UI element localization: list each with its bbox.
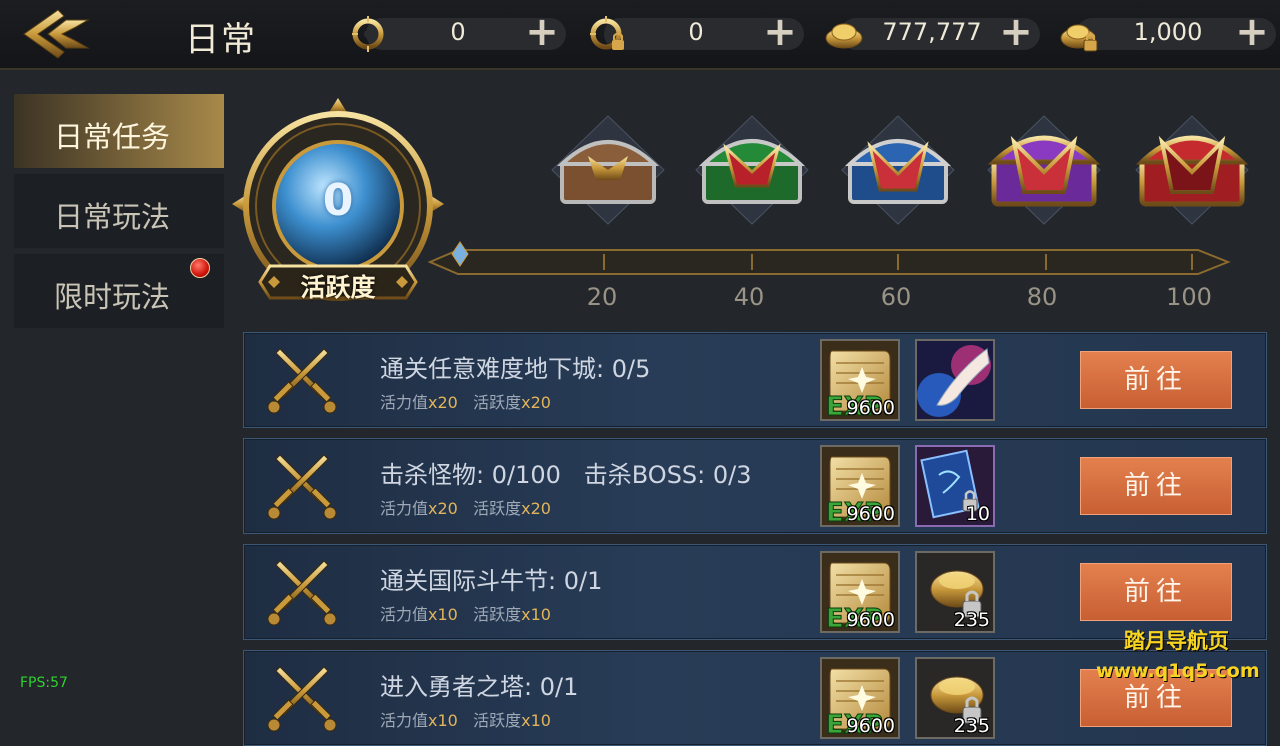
reward-item[interactable]: 9600: [820, 445, 900, 529]
task-title: 通关任意难度地下城: 0/5: [380, 355, 651, 383]
reward-item[interactable]: [915, 339, 995, 421]
currency-value: 777,777: [882, 18, 982, 46]
fps-counter: FPS:57: [20, 675, 68, 691]
green-chest-icon[interactable]: [692, 112, 812, 228]
activity-progress-bar: [428, 241, 1231, 275]
reward-item[interactable]: 235: [915, 551, 995, 633]
activity-value: 0: [322, 175, 354, 226]
milestone-label: 20: [586, 283, 618, 311]
currency-value: 0: [688, 18, 704, 46]
reward-item[interactable]: 9600: [820, 339, 900, 423]
add-locked-coin-button[interactable]: +: [760, 12, 800, 52]
reward-item[interactable]: 9600: [820, 551, 900, 635]
add-gold-ingot-button[interactable]: +: [996, 12, 1036, 52]
task-rewards-text: 活力值x10 活跃度x10: [380, 605, 551, 624]
crossed-swords-icon: [267, 560, 337, 626]
task-row: 通关任意难度地下城: 0/5 活力值x20 活跃度x20 9600 前往: [243, 332, 1267, 428]
sidebar-item-label: 日常任务: [53, 120, 170, 154]
milestone-label: 60: [880, 283, 912, 311]
task-title: 进入勇者之塔: 0/1: [380, 673, 579, 701]
skill-hand-icon: [917, 341, 993, 419]
task-rewards-text: 活力值x10 活跃度x10: [380, 711, 551, 730]
go-button[interactable]: 前往: [1080, 563, 1232, 621]
go-button[interactable]: 前往: [1080, 457, 1232, 515]
gold-ingot-icon: [825, 23, 863, 49]
activity-label: 活跃度: [300, 273, 376, 302]
bronze-chest-icon[interactable]: [548, 112, 668, 228]
currency-value: 1,000: [1133, 18, 1203, 46]
task-rewards-text: 活力值x20 活跃度x20: [380, 499, 551, 518]
locked-c-coin-icon: [590, 16, 624, 50]
task-title: 击杀怪物: 0/100 击杀BOSS: 0/3: [380, 461, 752, 489]
task-row: 通关国际斗牛节: 0/1 活力值x10 活跃度x10 9600 235 前往: [243, 544, 1267, 640]
milestone-label: 100: [1166, 283, 1212, 311]
currency-value: 0: [450, 18, 466, 46]
crossed-swords-icon: [267, 666, 337, 732]
notification-dot: [190, 258, 210, 278]
purple-chest-icon[interactable]: [984, 112, 1104, 228]
gold-c-coin-icon: [352, 16, 384, 52]
milestone-label: 40: [733, 283, 765, 311]
task-title: 通关国际斗牛节: 0/1: [380, 567, 603, 595]
milestone-label: 80: [1026, 283, 1058, 311]
add-locked-ingot-button[interactable]: +: [1232, 12, 1272, 52]
watermark-title: 踏月导航页: [1124, 629, 1229, 653]
watermark-url: www.q1q5.com: [1096, 660, 1260, 682]
blue-chest-icon[interactable]: [838, 112, 958, 228]
sidebar-item-daily-play[interactable]: 日常玩法: [14, 174, 224, 248]
reward-item[interactable]: 235: [915, 657, 995, 739]
red-chest-icon[interactable]: [1132, 112, 1252, 228]
back-arrow-icon[interactable]: [18, 6, 98, 62]
task-rewards-text: 活力值x20 活跃度x20: [380, 393, 551, 412]
sidebar-item-daily-tasks[interactable]: 日常任务: [14, 94, 224, 168]
sidebar-item-label: 日常玩法: [53, 200, 170, 234]
sidebar-item-limited-play[interactable]: 限时玩法: [14, 254, 224, 328]
go-button[interactable]: 前往: [1080, 351, 1232, 409]
crossed-swords-icon: [267, 454, 337, 520]
locked-gold-ingot-icon: [1060, 24, 1098, 52]
task-row: 击杀怪物: 0/100 击杀BOSS: 0/3 活力值x20 活跃度x20 96…: [243, 438, 1267, 534]
top-bar: 日常 0 + 0 + 777,777 + 1,000 +: [0, 0, 1280, 70]
crossed-swords-icon: [267, 348, 337, 414]
page-title: 日常: [185, 20, 257, 60]
reward-item[interactable]: 10: [915, 445, 995, 527]
add-gold-coin-button[interactable]: +: [522, 12, 562, 52]
sidebar-item-label: 限时玩法: [53, 280, 170, 314]
reward-item[interactable]: 9600: [820, 657, 900, 741]
